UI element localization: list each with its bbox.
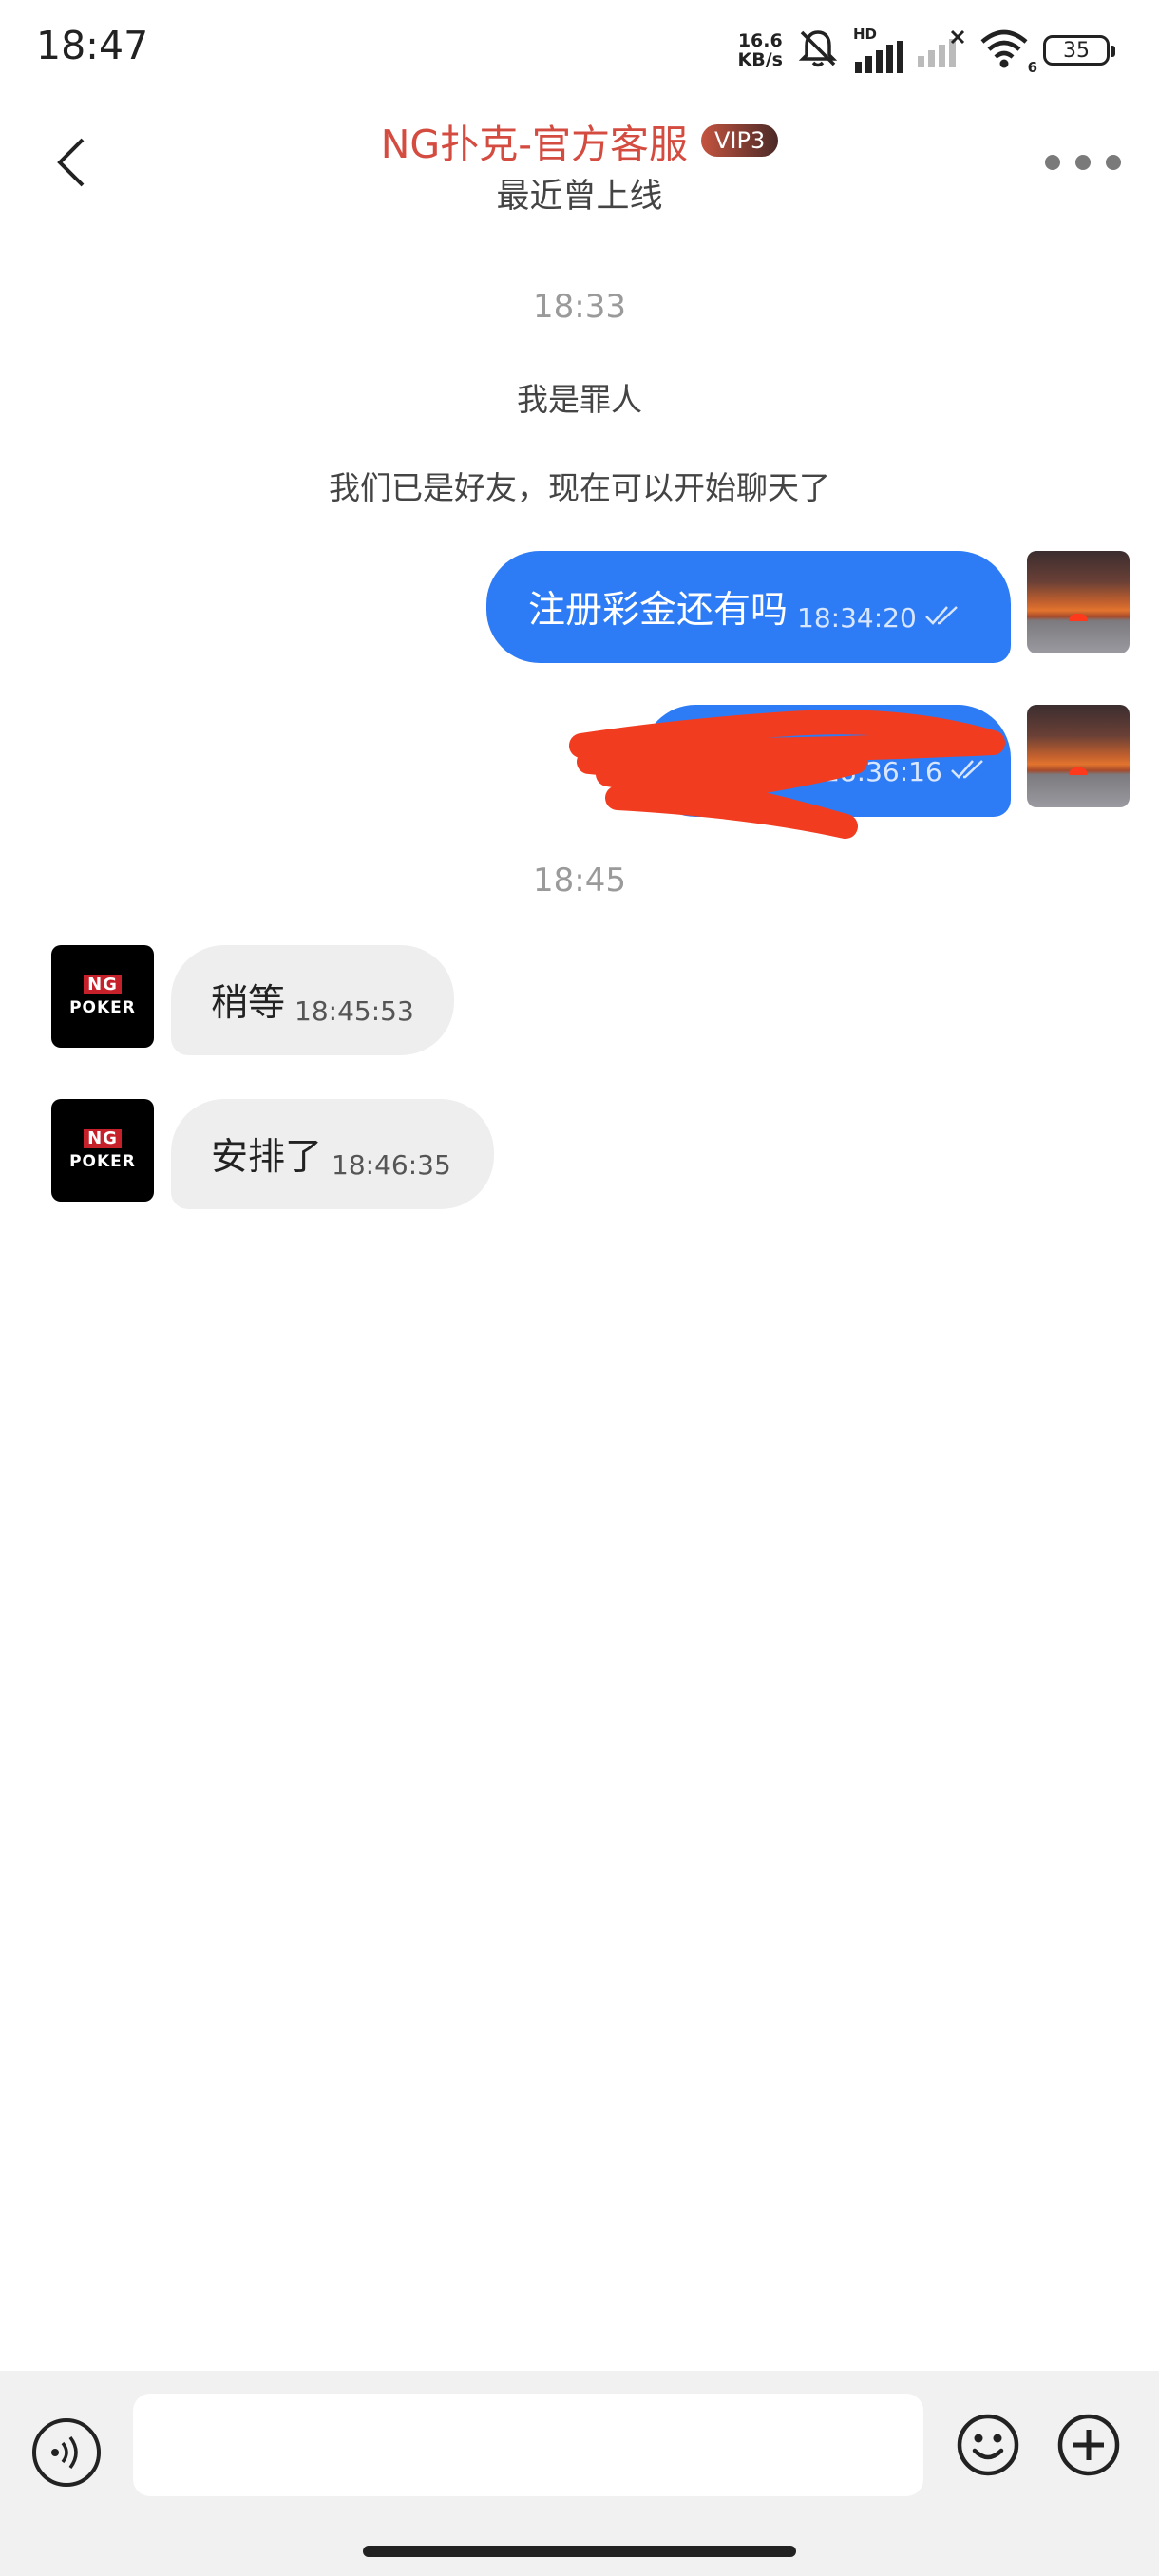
- more-dot-icon: [1106, 155, 1121, 170]
- avatar[interactable]: [1027, 705, 1130, 807]
- ng-logo-mark: NG: [84, 1129, 122, 1148]
- message-bubble-outgoing[interactable]: 18:36:16: [642, 705, 1011, 817]
- plus-circle-icon: [1057, 2414, 1120, 2476]
- message-text: 注册彩金还有吗: [528, 589, 788, 632]
- message-text: 安排了: [211, 1136, 323, 1179]
- agent-avatar[interactable]: NG POKER: [51, 1099, 154, 1202]
- mute-bell-icon: [796, 27, 840, 74]
- network-speed-unit: KB/s: [737, 49, 783, 70]
- battery-level: 35: [1063, 38, 1090, 63]
- battery-icon: 35: [1043, 35, 1115, 66]
- message-text: 稍等: [211, 982, 286, 1025]
- wifi-icon: 6: [978, 28, 1037, 76]
- message-time: 18:34:20: [797, 601, 917, 634]
- voice-button[interactable]: [32, 2418, 101, 2487]
- online-status: 最近曾上线: [496, 178, 663, 216]
- hd-label: HD: [853, 26, 878, 43]
- more-options-button[interactable]: [1045, 150, 1121, 175]
- status-time: 18:47: [36, 23, 149, 68]
- page-title: NG扑克-官方客服: [380, 122, 688, 167]
- voice-icon: [51, 2435, 78, 2470]
- message-time: 18:36:16: [823, 755, 942, 787]
- avatar[interactable]: [1027, 551, 1130, 653]
- message-input-bar: [0, 2371, 1159, 2576]
- title-row: NG扑克-官方客服 VIP3: [0, 112, 1159, 169]
- network-speed-value: 16.6: [737, 30, 783, 51]
- message-time: 18:45:53: [294, 994, 414, 1027]
- message-bubble-incoming[interactable]: 安排了 18:46:35: [171, 1099, 494, 1209]
- message-bubble-outgoing[interactable]: 注册彩金还有吗 18:34:20: [486, 551, 1011, 663]
- system-message: 我们已是好友，现在可以开始聊天了: [329, 469, 830, 506]
- message-input[interactable]: [133, 2394, 923, 2496]
- double-check-icon: [950, 758, 988, 785]
- poker-logo-word: POKER: [69, 998, 136, 1017]
- message-bubble-incoming[interactable]: 稍等 18:45:53: [171, 945, 454, 1055]
- status-bar: 18:47 16.6 KB/s HD 6 35: [0, 0, 1159, 95]
- system-message: 我是罪人: [517, 381, 642, 418]
- emoji-button[interactable]: [954, 2411, 1022, 2479]
- double-check-icon: [924, 604, 962, 631]
- timestamp: 18:45: [533, 862, 626, 900]
- home-indicator[interactable]: [363, 2546, 796, 2557]
- ng-logo-mark: NG: [84, 975, 122, 994]
- wifi-badge: 6: [1027, 59, 1037, 76]
- chat-header: NG扑克-官方客服 VIP3 最近曾上线: [0, 95, 1159, 228]
- more-dot-icon: [1045, 155, 1060, 170]
- more-attachments-button[interactable]: [1054, 2411, 1123, 2479]
- agent-avatar[interactable]: NG POKER: [51, 945, 154, 1048]
- cellular-signal-2-icon: [916, 29, 965, 71]
- sunset-image: [1069, 767, 1088, 775]
- status-icons: 16.6 KB/s HD 6 35: [738, 25, 1115, 76]
- timestamp: 18:33: [533, 288, 626, 326]
- vip-badge: VIP3: [701, 124, 779, 157]
- message-time: 18:46:35: [332, 1148, 451, 1181]
- network-speed: 16.6 KB/s: [738, 31, 783, 69]
- cellular-signal-icon: HD: [853, 28, 902, 73]
- more-dot-icon: [1075, 155, 1091, 170]
- smiley-icon: [957, 2414, 1019, 2476]
- poker-logo-word: POKER: [69, 1152, 136, 1171]
- sunset-image: [1069, 614, 1088, 621]
